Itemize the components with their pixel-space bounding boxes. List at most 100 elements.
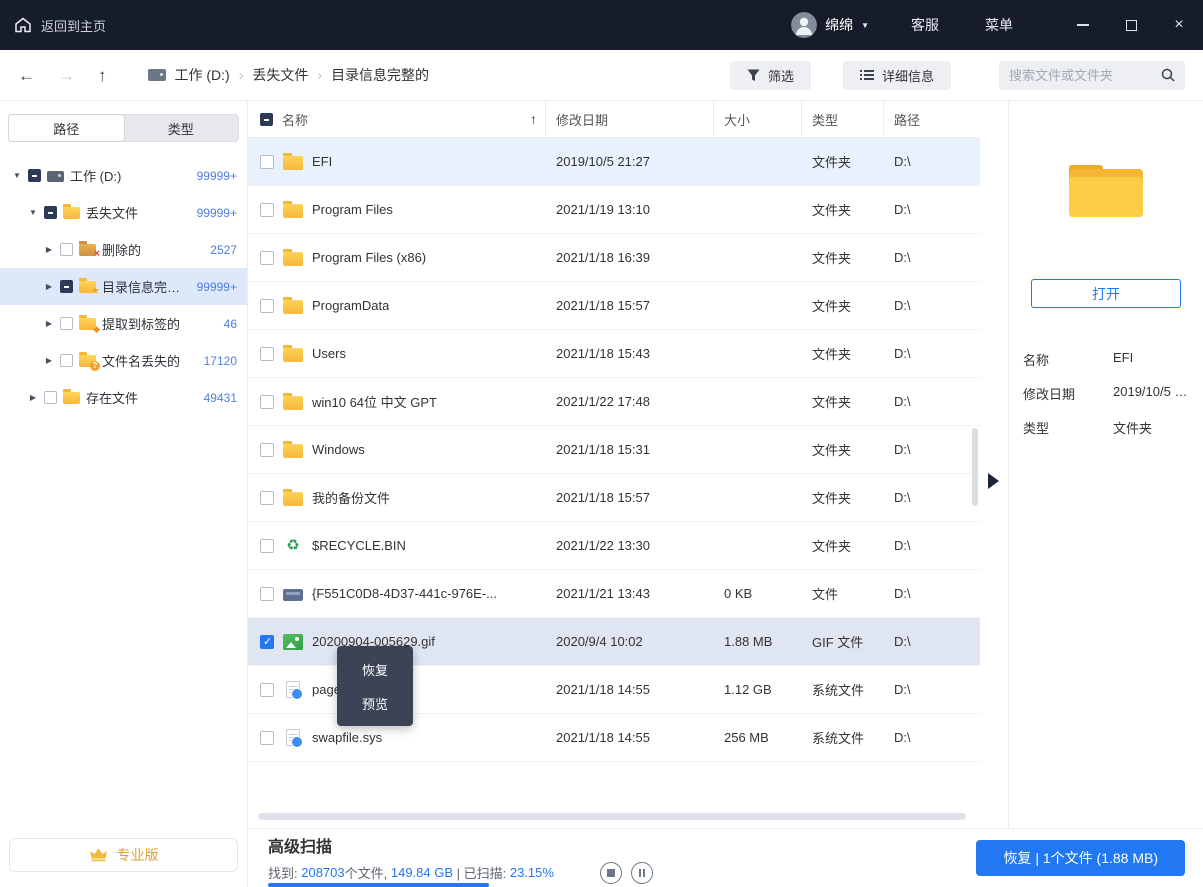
tree-checkbox[interactable] bbox=[60, 243, 73, 256]
file-row[interactable]: {F551C0D8-4D37-441c-976E-... 2021/1/21 1… bbox=[248, 570, 980, 618]
tree-checkbox[interactable] bbox=[44, 391, 57, 404]
expand-arrow-icon[interactable] bbox=[44, 319, 54, 328]
file-row[interactable]: Windows 2021/1/18 15:31 文件夹 D:\ bbox=[248, 426, 980, 474]
upgrade-pro-button[interactable]: 专业版 bbox=[9, 838, 238, 872]
filter-button[interactable]: 筛选 bbox=[729, 60, 811, 90]
tree-count: 49431 bbox=[203, 390, 237, 405]
sort-ascending-icon[interactable]: ↑ bbox=[530, 111, 537, 127]
close-button[interactable]: × bbox=[1155, 0, 1203, 50]
file-row[interactable]: ProgramData 2021/1/18 15:57 文件夹 D:\ bbox=[248, 282, 980, 330]
row-checkbox[interactable] bbox=[260, 730, 274, 745]
minimize-button[interactable] bbox=[1059, 0, 1107, 50]
tree-checkbox[interactable] bbox=[60, 280, 73, 293]
tree-item[interactable]: 丢失文件 99999+ bbox=[0, 194, 247, 231]
file-row[interactable]: win10 64位 中文 GPT 2021/1/22 17:48 文件夹 D:\ bbox=[248, 378, 980, 426]
breadcrumb-label[interactable]: 目录信息完整的 bbox=[331, 65, 429, 85]
support-link[interactable]: 客服 bbox=[911, 15, 939, 35]
file-row[interactable]: EFI 2019/10/5 21:27 文件夹 D:\ bbox=[248, 138, 980, 186]
expand-arrow-icon[interactable] bbox=[44, 282, 54, 291]
file-date: 2021/1/18 14:55 bbox=[556, 682, 650, 697]
pause-scan-button[interactable] bbox=[630, 861, 653, 884]
up-button[interactable]: ↑ bbox=[98, 67, 107, 84]
tree-item[interactable]: 工作 (D:) 99999+ bbox=[0, 157, 247, 194]
row-checkbox[interactable] bbox=[260, 394, 274, 409]
breadcrumb-item[interactable]: › 工作 (D:) bbox=[175, 65, 230, 85]
row-checkbox[interactable] bbox=[260, 346, 274, 361]
search-icon[interactable] bbox=[1161, 68, 1175, 82]
column-header-size[interactable]: 大小 bbox=[714, 101, 802, 137]
breadcrumb-item[interactable]: › 目录信息完整的 bbox=[308, 65, 429, 85]
row-checkbox[interactable] bbox=[260, 490, 274, 505]
row-checkbox[interactable] bbox=[260, 154, 274, 169]
list-view-icon bbox=[859, 70, 874, 80]
row-checkbox[interactable] bbox=[260, 298, 274, 313]
file-date: 2021/1/18 15:31 bbox=[556, 442, 650, 457]
tree-item[interactable]: 文件名丢失的 17120 bbox=[0, 342, 247, 379]
maximize-button[interactable] bbox=[1107, 0, 1155, 50]
tree-item[interactable]: 提取到标签的 46 bbox=[0, 305, 247, 342]
tree-checkbox[interactable] bbox=[28, 169, 41, 182]
folder-badge-icon bbox=[90, 361, 100, 371]
account-menu[interactable]: 绵绵 ▼ bbox=[791, 12, 869, 38]
expand-arrow-icon[interactable] bbox=[28, 208, 38, 217]
recover-button[interactable]: 恢复 | 1个文件 (1.88 MB) bbox=[976, 840, 1185, 876]
tree-count: 46 bbox=[223, 316, 237, 331]
breadcrumb-item[interactable]: › 丢失文件 bbox=[230, 65, 309, 85]
file-name: Users bbox=[312, 346, 346, 361]
column-header-type[interactable]: 类型 bbox=[802, 101, 884, 137]
file-row[interactable]: $RECYCLE.BIN 2021/1/22 13:30 文件夹 D:\ bbox=[248, 522, 980, 570]
sidebar-tab[interactable]: 路径 bbox=[9, 115, 124, 141]
forward-button[interactable]: → bbox=[58, 67, 75, 84]
row-checkbox[interactable] bbox=[260, 442, 274, 457]
sidebar-tab[interactable]: 类型 bbox=[124, 115, 239, 141]
tree-folder-icon bbox=[63, 389, 80, 404]
back-button[interactable]: ← bbox=[18, 67, 35, 84]
tree-checkbox[interactable] bbox=[60, 354, 73, 367]
maximize-icon bbox=[1125, 19, 1137, 31]
file-date: 2021/1/18 15:43 bbox=[556, 346, 650, 361]
breadcrumb-label[interactable]: 丢失文件 bbox=[252, 65, 308, 85]
tree-checkbox[interactable] bbox=[44, 206, 57, 219]
file-name-cell: Program Files (x86) bbox=[248, 248, 546, 266]
row-checkbox[interactable] bbox=[260, 586, 274, 601]
select-all-checkbox[interactable] bbox=[260, 112, 273, 126]
tree-checkbox[interactable] bbox=[60, 317, 73, 330]
tree-item[interactable]: 目录信息完整的 99999+ bbox=[0, 268, 247, 305]
search-box[interactable] bbox=[999, 60, 1185, 90]
row-checkbox[interactable] bbox=[260, 202, 274, 217]
file-type: 文件夹 bbox=[812, 539, 852, 554]
file-row[interactable]: Program Files (x86) 2021/1/18 16:39 文件夹 … bbox=[248, 234, 980, 282]
expand-arrow-icon[interactable] bbox=[44, 245, 54, 254]
column-header-path[interactable]: 路径 bbox=[884, 101, 980, 137]
menu-link[interactable]: 菜单 bbox=[985, 15, 1013, 35]
row-checkbox[interactable] bbox=[260, 682, 274, 697]
open-button[interactable]: 打开 bbox=[1031, 279, 1181, 308]
tree-item[interactable]: 删除的 2527 bbox=[0, 231, 247, 268]
file-row[interactable]: Program Files 2021/1/19 13:10 文件夹 D:\ bbox=[248, 186, 980, 234]
context-menu-item[interactable]: 恢复 bbox=[337, 652, 413, 686]
file-row[interactable]: 我的备份文件 2021/1/18 15:57 文件夹 D:\ bbox=[248, 474, 980, 522]
collapse-panel-arrow-icon[interactable] bbox=[988, 473, 999, 489]
tree-count: 17120 bbox=[203, 353, 237, 368]
stop-scan-button[interactable] bbox=[599, 861, 622, 884]
horizontal-scrollbar[interactable] bbox=[258, 813, 966, 820]
file-type-icon bbox=[286, 729, 303, 748]
expand-arrow-icon[interactable] bbox=[28, 393, 38, 402]
expand-arrow-icon[interactable] bbox=[44, 356, 54, 365]
file-row[interactable]: Users 2021/1/18 15:43 文件夹 D:\ bbox=[248, 330, 980, 378]
search-input[interactable] bbox=[1009, 67, 1161, 83]
breadcrumb-label[interactable]: 工作 (D:) bbox=[175, 65, 230, 85]
funnel-icon bbox=[747, 69, 760, 81]
context-menu-item[interactable]: 预览 bbox=[337, 686, 413, 720]
home-label: 返回到主页 bbox=[41, 18, 107, 34]
tree-item[interactable]: 存在文件 49431 bbox=[0, 379, 247, 416]
expand-arrow-icon[interactable] bbox=[12, 171, 22, 180]
home-button[interactable]: 返回到主页 bbox=[14, 16, 106, 35]
vertical-scrollbar[interactable] bbox=[972, 428, 978, 506]
column-header-name[interactable]: 名称 ↑ bbox=[248, 101, 546, 137]
row-checkbox[interactable] bbox=[260, 634, 274, 649]
row-checkbox[interactable] bbox=[260, 250, 274, 265]
row-checkbox[interactable] bbox=[260, 538, 274, 553]
view-details-button[interactable]: 详细信息 bbox=[842, 60, 951, 90]
column-header-date[interactable]: 修改日期 bbox=[546, 101, 714, 137]
